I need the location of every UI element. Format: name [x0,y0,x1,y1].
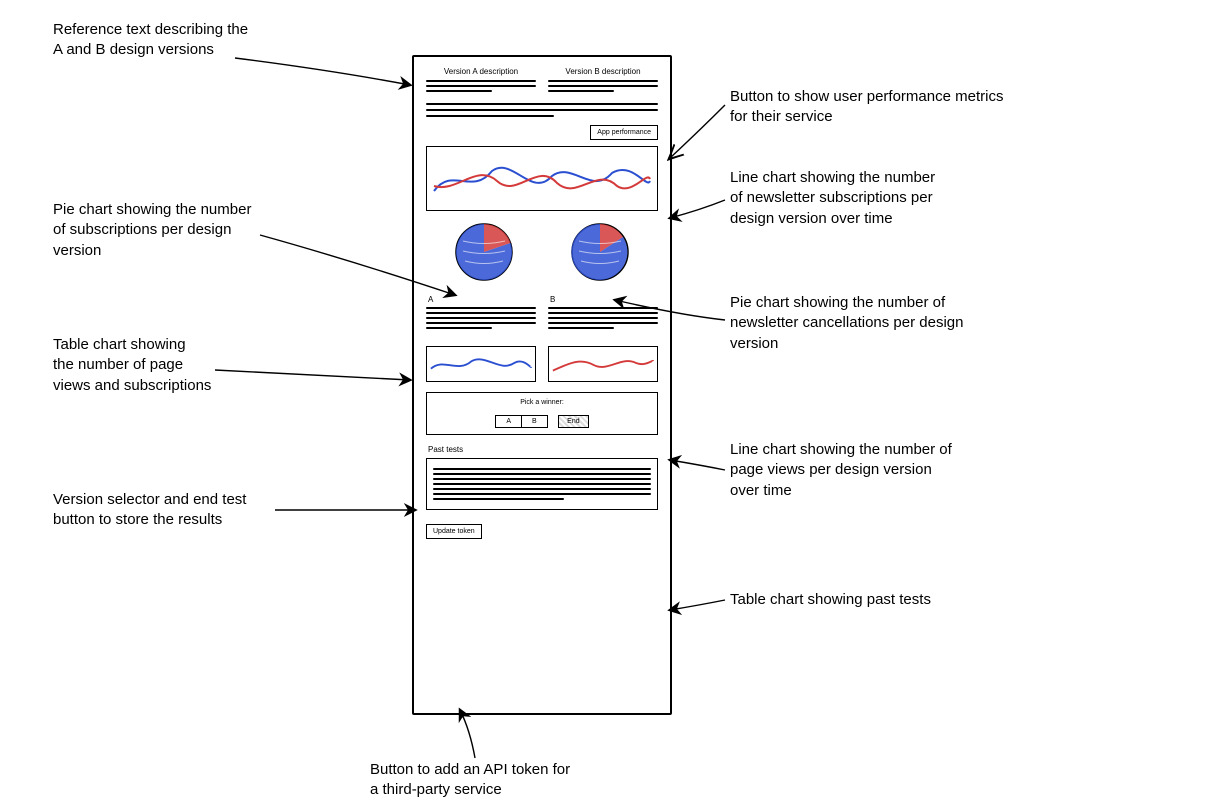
table-a-heading: A [428,295,536,304]
table-b-heading: B [550,295,658,304]
version-b-heading: Version B description [548,67,658,76]
placeholder-text [548,80,658,92]
version-segmented-control: A B [495,415,547,428]
update-token-button[interactable]: Update token [426,524,482,539]
pick-winner-label: Pick a winner: [433,399,651,406]
version-descriptions: Version A description Version B descript… [426,67,658,95]
version-b-description: Version B description [548,67,658,95]
table-row [548,307,658,329]
metrics-table-a: A [426,287,536,332]
annotation-line-subs: Line chart showing the number of newslet… [730,168,935,229]
pageviews-line-chart-b [548,346,658,382]
past-tests-table [426,458,658,510]
subscriptions-line-chart [426,146,658,211]
subscriptions-pie-chart [453,221,515,283]
annotation-pie-subs: Pie chart showing the number of subscrip… [53,200,251,261]
annotation-selector: Version selector and end test button to … [53,490,246,531]
placeholder-text [426,80,536,92]
version-a-heading: Version A description [426,67,536,76]
end-test-button[interactable]: End [558,415,588,428]
annotation-table-views: Table chart showing the number of page v… [53,335,211,396]
metrics-table-b: B [548,287,658,332]
annotation-reference-text: Reference text describing the A and B de… [53,20,248,61]
version-a-description: Version A description [426,67,536,95]
cancellations-pie-chart [569,221,631,283]
past-tests-heading: Past tests [428,445,658,454]
annotation-past-tests: Table chart showing past tests [730,590,931,610]
table-row [433,468,651,500]
pageviews-line-chart-a [426,346,536,382]
wireframe-frame: Version A description Version B descript… [412,55,672,715]
table-row [426,307,536,329]
annotation-perf-button: Button to show user performance metrics … [730,87,1003,128]
winner-selector-panel: Pick a winner: A B End [426,392,658,435]
annotation-line-views: Line chart showing the number of page vi… [730,440,952,501]
select-version-b-button[interactable]: B [522,416,547,427]
placeholder-paragraph [426,103,658,117]
select-version-a-button[interactable]: A [496,416,522,427]
annotation-update-token: Button to add an API token for a third-p… [370,760,570,801]
annotation-pie-cancel: Pie chart showing the number of newslett… [730,293,963,354]
app-performance-button[interactable]: App performance [590,125,658,140]
